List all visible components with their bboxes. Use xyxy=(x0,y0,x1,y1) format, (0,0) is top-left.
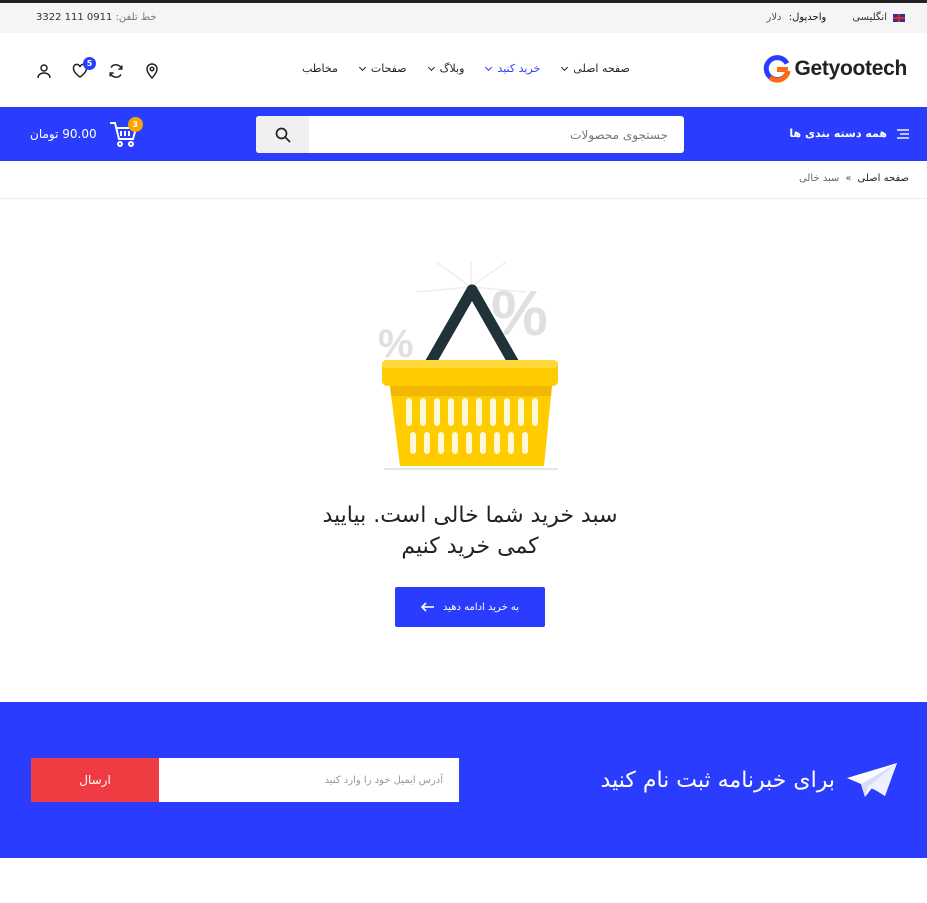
main-nav: صفحه اصلی خرید کنید وبلاگ صفحات مخاطب xyxy=(302,62,630,75)
breadcrumb-current: سبد خالی xyxy=(798,173,840,184)
breadcrumb-home-link[interactable]: صفحه اصلی xyxy=(858,173,909,184)
phone-number: 0911 111 3322 xyxy=(36,12,113,23)
mini-cart[interactable]: 3 90.00 تومان xyxy=(30,117,143,149)
cart-count-badge: 3 xyxy=(127,117,143,132)
nav-item-label: مخاطب xyxy=(302,62,338,75)
newsletter-section: برای خبرنامه ثبت نام کنید ارسال آدرس ایم… xyxy=(0,702,927,858)
search-button[interactable] xyxy=(256,116,309,153)
newsletter-send-button[interactable]: ارسال xyxy=(31,758,159,802)
wishlist-count-badge: 5 xyxy=(83,57,96,70)
store-location-button[interactable] xyxy=(142,61,162,81)
nav-item-contact[interactable]: مخاطب xyxy=(302,62,338,75)
currency-label: واحدپول: xyxy=(788,12,827,23)
svg-text:%: % xyxy=(378,322,414,366)
newsletter-form: ارسال آدرس ایمیل خود را وارد کنید xyxy=(31,758,459,802)
breadcrumb: صفحه اصلی » سبد خالی xyxy=(0,161,927,199)
location-pin-icon xyxy=(146,63,158,79)
header-icons: 5 xyxy=(34,57,162,81)
search-icon xyxy=(275,127,291,143)
nav-item-blog[interactable]: وبلاگ xyxy=(427,62,465,75)
chevron-down-icon xyxy=(485,63,493,71)
currency-selector[interactable]: واحدپول: دلار xyxy=(767,12,827,23)
account-button[interactable] xyxy=(34,61,54,81)
breadcrumb-separator: » xyxy=(845,173,852,184)
breadcrumb-items: صفحه اصلی » سبد خالی xyxy=(799,173,909,184)
nav-item-label: صفحه اصلی xyxy=(573,62,630,75)
search-input[interactable]: جستجوی محصولات xyxy=(309,116,684,153)
cart-icon-wrap: 3 xyxy=(109,117,143,149)
logo-g-icon xyxy=(764,55,791,83)
language-label: انگلیسی xyxy=(852,12,887,23)
user-icon xyxy=(37,64,51,79)
phone-info: خط تلفن: 0911 111 3322 xyxy=(36,12,157,23)
nav-item-pages[interactable]: صفحات xyxy=(358,62,407,75)
compare-button[interactable] xyxy=(106,61,126,81)
paper-plane-icon xyxy=(847,763,897,797)
uk-flag-icon xyxy=(893,13,905,22)
nav-item-label: صفحات xyxy=(370,62,407,75)
category-search-bar: همه دسته بندی ها جستجوی محصولات 3 90.00 … xyxy=(0,107,927,161)
newsletter-email-input[interactable]: آدرس ایمیل خود را وارد کنید xyxy=(159,758,459,802)
top-bar-settings: انگلیسی واحدپول: دلار xyxy=(767,12,905,23)
top-bar: خط تلفن: 0911 111 3322 انگلیسی واحدپول: … xyxy=(0,3,927,33)
nav-item-home[interactable]: صفحه اصلی xyxy=(561,62,630,75)
currency-value: دلار xyxy=(766,12,782,23)
language-selector[interactable]: انگلیسی xyxy=(852,12,905,23)
chevron-down-icon xyxy=(358,63,366,71)
empty-cart-message-line1: سبد خرید شما خالی است. بیایید xyxy=(322,503,618,528)
continue-shopping-button[interactable]: به خرید ادامه دهید xyxy=(395,587,545,627)
wishlist-button[interactable]: 5 xyxy=(70,57,96,81)
product-search: جستجوی محصولات xyxy=(256,116,684,153)
empty-cart-message: سبد خرید شما خالی است. بیایید کمی خرید ک… xyxy=(290,500,650,562)
all-categories-label: همه دسته بندی ها xyxy=(789,127,887,140)
arrow-left-icon xyxy=(420,602,434,612)
all-categories-button[interactable]: همه دسته بندی ها xyxy=(789,127,909,140)
chevron-down-icon xyxy=(427,63,435,71)
phone-label: خط تلفن: xyxy=(115,12,157,23)
nav-item-label: خرید کنید xyxy=(497,62,541,75)
continue-shopping-label: به خرید ادامه دهید xyxy=(442,601,520,613)
empty-basket-illustration: % % xyxy=(378,262,558,470)
logo-text: Getyootech xyxy=(794,57,907,80)
nav-item-shop[interactable]: خرید کنید xyxy=(485,62,541,75)
newsletter-title: برای خبرنامه ثبت نام کنید xyxy=(600,767,835,793)
newsletter-heading: برای خبرنامه ثبت نام کنید xyxy=(601,762,899,798)
header: Getyootech صفحه اصلی خرید کنید وبلاگ صفح… xyxy=(0,33,927,107)
chevron-down-icon xyxy=(561,63,569,71)
cart-total: 90.00 تومان xyxy=(30,127,97,141)
page: خط تلفن: 0911 111 3322 انگلیسی واحدپول: … xyxy=(0,0,927,903)
empty-cart-message-line2: کمی خرید کنیم xyxy=(401,534,539,559)
menu-icon xyxy=(897,128,909,139)
nav-item-label: وبلاگ xyxy=(439,62,465,75)
site-logo[interactable]: Getyootech xyxy=(763,55,907,83)
compare-refresh-icon xyxy=(109,64,123,78)
